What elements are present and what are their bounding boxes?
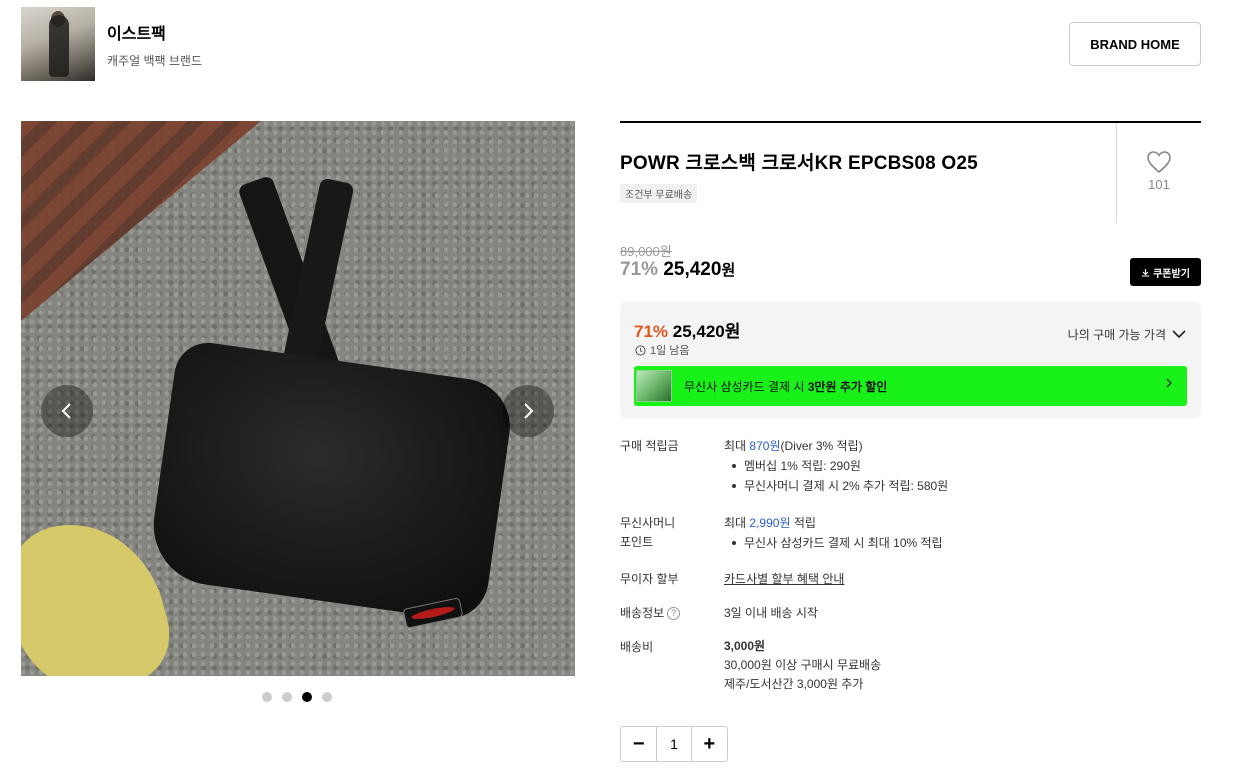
coupon-button-label: 쿠폰받기 — [1153, 268, 1190, 280]
shipping-info-label: 배송정보? — [620, 604, 681, 623]
info-top-divider — [620, 121, 1201, 123]
clock-icon — [635, 344, 646, 356]
quantity-minus-button[interactable]: − — [621, 727, 656, 761]
chevron-down-icon — [1172, 330, 1186, 339]
money-points-label-line2: 포인트 — [620, 535, 654, 549]
product-title: POWR 크로스백 크로서KR EPCBS08 O25 — [620, 153, 978, 174]
points-item: 멤버십 1% 적립: 290원 — [724, 456, 948, 476]
installment-label: 무이자 할부 — [620, 572, 679, 586]
image-prev-button[interactable] — [41, 385, 93, 437]
money-points-breakdown: 무신사 삼성카드 결제 시 최대 10% 적립 — [724, 533, 943, 553]
brand-info: 이스트팩 캐주얼 백팩 브랜드 — [107, 20, 202, 69]
points-label: 구매 적립금 — [620, 439, 679, 453]
installment-value: 카드사별 할부 혜택 안내 — [724, 569, 844, 589]
product-image-viewer[interactable] — [21, 121, 575, 676]
card-promo-banner[interactable]: 무신사 삼성카드 결제 시 3만원 추가 할인 — [634, 366, 1187, 406]
money-points-value: 최대 2,990원 적립 무신사 삼성카드 결제 시 최대 10% 적립 — [724, 513, 943, 553]
time-left-text: 1일 남음 — [650, 345, 690, 357]
money-points-max-suffix: 적립 — [790, 516, 816, 530]
coupon-button[interactable]: 쿠폰받기 — [1130, 258, 1201, 286]
card-promo-image — [636, 370, 672, 402]
money-points-label: 무신사머니 포인트 — [620, 514, 675, 552]
product-photo-bag — [145, 338, 517, 624]
discount-percent: 71% — [620, 259, 659, 280]
quantity-plus-button[interactable]: + — [692, 727, 727, 761]
brand-description: 캐주얼 백팩 브랜드 — [107, 53, 202, 68]
heart-icon — [1147, 151, 1171, 174]
best-price-box: 71% 25,420원 1일 남음 나의 구매 가능 가격 무신사 삼성카드 결… — [620, 302, 1201, 418]
price-unit: 원 — [721, 262, 736, 279]
my-price-toggle[interactable]: 나의 구매 가능 가격 — [1068, 326, 1186, 343]
sale-price: 25,420 — [663, 259, 722, 280]
pagination-dot-1[interactable] — [262, 692, 272, 702]
image-pagination — [262, 692, 332, 702]
chevron-right-icon — [1165, 377, 1173, 392]
installment-link[interactable]: 카드사별 할부 혜택 안내 — [724, 572, 844, 586]
image-next-button[interactable] — [502, 385, 554, 437]
money-points-max: 최대 2,990원 적립 — [724, 513, 943, 533]
pagination-dot-4[interactable] — [322, 692, 332, 702]
shipping-fee-value: 3,000원 30,000원 이상 구매시 무료배송 제주/도서산간 3,000… — [724, 637, 881, 694]
sale-price-line: 71% 25,420원 — [620, 259, 735, 281]
money-points-label-line1: 무신사머니 — [620, 516, 676, 530]
brand-thumbnail[interactable] — [21, 7, 95, 81]
help-icon[interactable]: ? — [667, 607, 681, 621]
best-price: 71% 25,420원 — [634, 317, 740, 342]
my-price-label: 나의 구매 가능 가격 — [1067, 328, 1166, 342]
pagination-dot-2[interactable] — [282, 692, 292, 702]
pagination-dot-3[interactable] — [302, 692, 312, 702]
points-max-value: 870원 — [749, 439, 781, 453]
like-button[interactable]: 101 — [1141, 150, 1177, 192]
shipping-island-extra: 제주/도서산간 3,000원 추가 — [724, 677, 864, 691]
chevron-right-icon — [524, 403, 534, 419]
points-breakdown: 멤버십 1% 적립: 290원 무신사머니 결제 시 2% 추가 적립: 580… — [724, 456, 948, 496]
brand-thumbnail-figure — [49, 15, 69, 77]
chevron-left-icon — [61, 403, 71, 419]
brand-home-button[interactable]: BRAND HOME — [1069, 22, 1201, 66]
points-value: 최대 870원(Diver 3% 적립) 멤버십 1% 적립: 290원 무신사… — [724, 436, 948, 496]
shipping-free-condition: 30,000원 이상 구매시 무료배송 — [724, 658, 882, 672]
brand-name[interactable]: 이스트팩 — [107, 20, 202, 44]
points-max-prefix: 최대 — [724, 439, 750, 453]
time-left: 1일 남음 — [635, 342, 690, 358]
points-max-suffix: (Diver 3% 적립) — [780, 439, 863, 453]
brand-header: 이스트팩 캐주얼 백팩 브랜드 — [21, 7, 202, 81]
money-points-max-prefix: 최대 — [724, 516, 750, 530]
quantity-stepper: − 1 + — [620, 726, 728, 762]
points-item: 무신사머니 결제 시 2% 추가 적립: 580원 — [724, 476, 948, 496]
vertical-divider — [1116, 123, 1117, 223]
money-points-max-value: 2,990원 — [749, 516, 791, 530]
logo-ellipse — [410, 604, 456, 622]
money-points-item: 무신사 삼성카드 결제 시 최대 10% 적립 — [724, 533, 943, 553]
best-price-value: 25,420원 — [672, 322, 741, 341]
original-price: 89,000원 — [620, 244, 672, 259]
shipping-info-label-text: 배송정보 — [620, 606, 665, 620]
shipping-badge: 조건부 무료배송 — [620, 184, 698, 203]
like-count: 101 — [1148, 177, 1170, 192]
shipping-fee: 3,000원 — [724, 639, 766, 653]
points-max: 최대 870원(Diver 3% 적립) — [724, 436, 948, 456]
download-icon — [1142, 268, 1150, 277]
best-discount-percent: 71% — [634, 322, 669, 341]
promo-prefix: 무신사 삼성카드 결제 시 — [684, 379, 808, 394]
shipping-info-value: 3일 이내 배송 시작 — [724, 606, 818, 620]
shipping-fee-label: 배송비 — [620, 640, 654, 654]
promo-bold: 3만원 추가 할인 — [807, 379, 888, 394]
quantity-value[interactable]: 1 — [656, 727, 692, 761]
card-promo-text: 무신사 삼성카드 결제 시 3만원 추가 할인 — [684, 378, 887, 395]
